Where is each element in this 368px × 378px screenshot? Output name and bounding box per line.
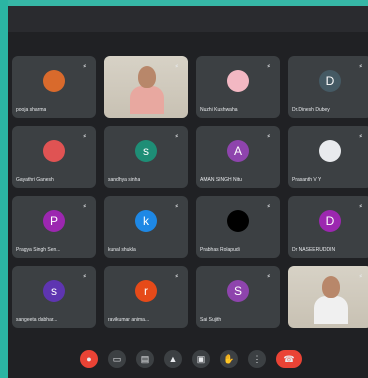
- person-body: [314, 296, 348, 324]
- pin-icon[interactable]: ⸗: [175, 272, 178, 280]
- pin-icon[interactable]: ⸗: [83, 62, 86, 70]
- pin-icon[interactable]: ⸗: [267, 272, 270, 280]
- participant-video: [288, 266, 368, 328]
- participant-name: ravikumar anima...: [108, 317, 150, 323]
- hand-icon[interactable]: ✋: [220, 350, 238, 368]
- participant-name: Prabhas Rolapudi: [200, 247, 240, 253]
- participant-tile[interactable]: k ⸗ kunal shukla: [104, 196, 188, 258]
- participant-tile[interactable]: P ⸗ Pragya Singh Sen...: [12, 196, 96, 258]
- participant-name: Gayathri Ganesh: [16, 177, 54, 183]
- pin-icon[interactable]: ⸗: [267, 132, 270, 140]
- participant-name: Dr NASEERUDDIN: [292, 247, 336, 253]
- participant-tile[interactable]: A ⸗ AMAN SINGH Nitu: [196, 126, 280, 188]
- pin-icon[interactable]: ⸗: [175, 132, 178, 140]
- avatar: [319, 140, 341, 162]
- participant-tile[interactable]: ⸗: [104, 56, 188, 118]
- avatar: [227, 70, 249, 92]
- pin-icon[interactable]: ⸗: [175, 62, 178, 70]
- avatar: A: [227, 140, 249, 162]
- participant-name: kunal shukla: [108, 247, 136, 253]
- pin-icon[interactable]: ⸗: [83, 272, 86, 280]
- participant-tile[interactable]: ⸗ pooja sharma: [12, 56, 96, 118]
- pin-icon[interactable]: ⸗: [267, 202, 270, 210]
- participant-tile[interactable]: ⸗ Gayathri Ganesh: [12, 126, 96, 188]
- pin-icon[interactable]: ⸗: [175, 202, 178, 210]
- more-icon[interactable]: ⋮: [248, 350, 266, 368]
- top-bar: [8, 6, 368, 32]
- participant-name: sangeeta dabhar...: [16, 317, 58, 323]
- participant-name: Prasanth V Y: [292, 177, 322, 183]
- person-head: [322, 276, 340, 298]
- end-call-icon[interactable]: ☎: [276, 350, 302, 368]
- background-edge: [0, 0, 8, 378]
- participant-tile[interactable]: D ⸗ Dr NASEERUDDIN: [288, 196, 368, 258]
- participant-tile[interactable]: ⸗ Nuzhi Kushwaha: [196, 56, 280, 118]
- avatar: [227, 210, 249, 232]
- pin-icon[interactable]: ⸗: [359, 202, 362, 210]
- participant-tile[interactable]: s ⸗ sangeeta dabhar...: [12, 266, 96, 328]
- avatar: s: [135, 140, 157, 162]
- participant-tile[interactable]: D ⸗ Dr.Dinesh Dubey: [288, 56, 368, 118]
- avatar: D: [319, 70, 341, 92]
- participant-name: Dr.Dinesh Dubey: [292, 107, 330, 113]
- participant-name: sandhya sinha: [108, 177, 141, 183]
- participant-tile[interactable]: ⸗ Prabhas Rolapudi: [196, 196, 280, 258]
- avatar: s: [43, 280, 65, 302]
- avatar: r: [135, 280, 157, 302]
- person-head: [138, 66, 156, 88]
- participant-tile[interactable]: r ⸗ ravikumar anima...: [104, 266, 188, 328]
- present-icon[interactable]: ▲: [164, 350, 182, 368]
- participant-tile[interactable]: S ⸗ Sai Sujith: [196, 266, 280, 328]
- participant-tile[interactable]: ⸗: [288, 266, 368, 328]
- participant-name: AMAN SINGH Nitu: [200, 177, 242, 183]
- avatar: S: [227, 280, 249, 302]
- person-body: [130, 86, 164, 114]
- participant-name: pooja sharma: [16, 107, 47, 113]
- pin-icon[interactable]: ⸗: [267, 62, 270, 70]
- avatar: [43, 140, 65, 162]
- pin-icon[interactable]: ⸗: [359, 62, 362, 70]
- pin-icon[interactable]: ⸗: [83, 132, 86, 140]
- avatar: [43, 70, 65, 92]
- avatar: k: [135, 210, 157, 232]
- mic-off-icon[interactable]: ●: [80, 350, 98, 368]
- captions-icon[interactable]: ▤: [136, 350, 154, 368]
- participant-tile[interactable]: s ⸗ sandhya sinha: [104, 126, 188, 188]
- control-bar: ● ▭ ▤ ▲ ▣ ✋ ⋮ ☎: [8, 348, 368, 374]
- pin-icon[interactable]: ⸗: [359, 272, 362, 280]
- camera-icon[interactable]: ▭: [108, 350, 126, 368]
- avatar: D: [319, 210, 341, 232]
- avatar: P: [43, 210, 65, 232]
- chat-icon[interactable]: ▣: [192, 350, 210, 368]
- pin-icon[interactable]: ⸗: [359, 132, 362, 140]
- participant-name: Nuzhi Kushwaha: [200, 107, 238, 113]
- pin-icon[interactable]: ⸗: [83, 202, 86, 210]
- participant-name: Sai Sujith: [200, 317, 222, 323]
- participant-tile[interactable]: ⸗ Prasanth V Y: [288, 126, 368, 188]
- participant-name: Pragya Singh Sen...: [16, 247, 61, 253]
- meeting-window: ⸗ pooja sharma ⸗ ⸗ Nuzhi Kushwaha D ⸗ Dr.Dinesh…: [8, 6, 368, 378]
